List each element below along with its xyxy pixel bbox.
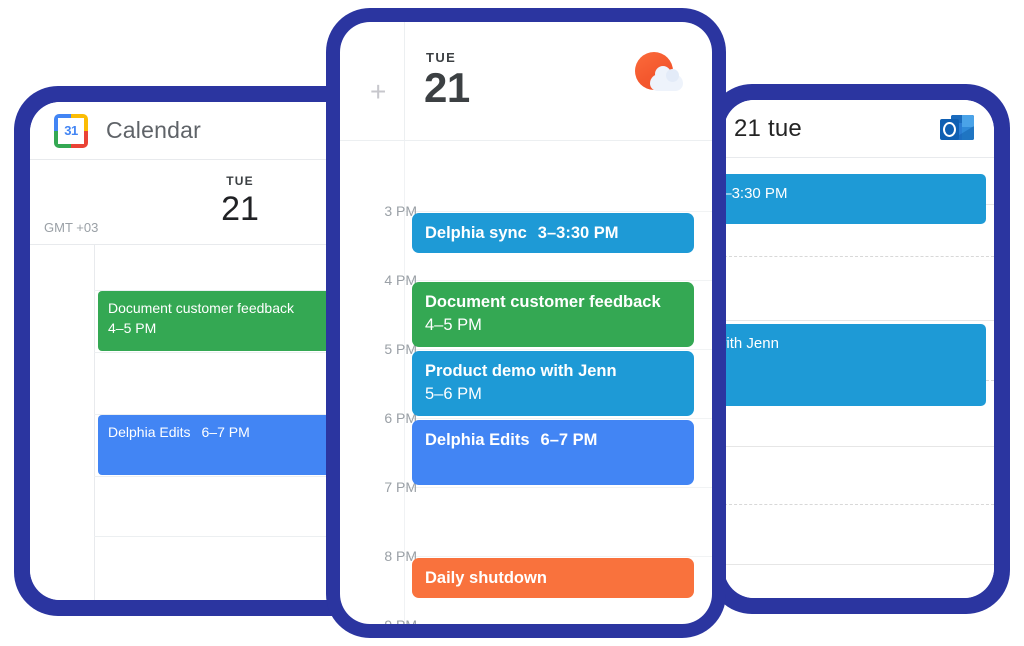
outlook-time-grid: Delphia sync 3–3:30 PM Product demo with…	[724, 158, 994, 598]
grid-vertical-divider	[94, 245, 95, 600]
outlook-event[interactable]: Delphia sync 3–3:30 PM	[724, 174, 986, 224]
event-title: Product demo with Jenn	[425, 362, 617, 380]
event-time: 6–7 PM	[201, 424, 250, 440]
header-divider	[404, 22, 405, 140]
event-time: 5–6 PM	[425, 385, 482, 403]
day-of-week-label: TUE	[226, 174, 254, 188]
event-time: 3–3:30 PM	[724, 185, 788, 202]
calendar-event[interactable]: Document customer feedback 4–5 PM	[412, 282, 694, 347]
event-title: Delphia sync	[425, 224, 527, 242]
event-title: Delphia Edits	[108, 424, 191, 440]
event-time: 6–7 PM	[540, 431, 598, 449]
phone-time-grid: 3 PM 4 PM 5 PM 6 PM 7 PM 8 PM 9 PM Delph…	[340, 140, 712, 624]
grid-line	[404, 556, 712, 557]
day-number-label: 21	[424, 64, 470, 111]
event-time: 3–3:30 PM	[537, 224, 619, 242]
calendar-event[interactable]: Delphia sync 3–3:30 PM	[412, 213, 694, 253]
calendar-icon-day: 31	[58, 117, 84, 144]
grid-line-dashed	[724, 504, 994, 505]
day-number-label: 21	[221, 190, 259, 228]
time-label: 9 PM	[384, 617, 417, 624]
outlook-panel: 21 tue Delphia sync 3–3:30 PM	[724, 100, 994, 598]
timezone-label: GMT +03	[44, 220, 99, 235]
event-title: Delphia Edits	[425, 431, 530, 449]
plus-icon[interactable]: +	[370, 78, 386, 106]
grid-line	[404, 211, 712, 212]
grid-line-dashed	[724, 256, 994, 257]
phone-panel-frame: + TUE 21 3 PM 4 PM 5 PM 6 PM 7 PM 8 PM D…	[326, 8, 726, 638]
calendar-event[interactable]: Product demo with Jenn 5–6 PM	[412, 351, 694, 416]
outlook-panel-frame: 21 tue Delphia sync 3–3:30 PM	[708, 84, 1010, 614]
phone-header: + TUE 21	[340, 22, 712, 140]
event-time: 5–6 PM	[724, 354, 974, 375]
sun-behind-cloud-icon	[632, 52, 686, 98]
calendar-sync-illustration: 21 tue Delphia sync 3–3:30 PM	[0, 0, 1024, 646]
grid-line	[404, 418, 712, 419]
grid-line	[404, 349, 712, 350]
google-calendar-title: Calendar	[106, 117, 201, 143]
outlook-icon	[940, 113, 974, 145]
phone-panel: + TUE 21 3 PM 4 PM 5 PM 6 PM 7 PM 8 PM D…	[340, 22, 712, 624]
event-time: 4–5 PM	[425, 316, 482, 334]
google-calendar-icon: 31	[54, 113, 88, 148]
outlook-header: 21 tue	[724, 100, 994, 158]
grid-line	[724, 446, 994, 447]
grid-line	[724, 320, 994, 321]
event-title: Product demo with Jenn	[724, 335, 779, 352]
day-of-week-label: TUE	[426, 50, 457, 65]
calendar-event[interactable]: Daily shutdown	[412, 558, 694, 598]
grid-line	[404, 487, 712, 488]
grid-line	[724, 564, 994, 565]
grid-line	[404, 280, 712, 281]
outlook-event[interactable]: Product demo with Jenn 5–6 PM	[724, 324, 986, 406]
event-title: Document customer feedback	[425, 293, 661, 311]
calendar-event[interactable]: Delphia Edits 6–7 PM	[412, 420, 694, 485]
outlook-title: 21 tue	[734, 114, 802, 142]
event-title: Daily shutdown	[425, 569, 547, 587]
